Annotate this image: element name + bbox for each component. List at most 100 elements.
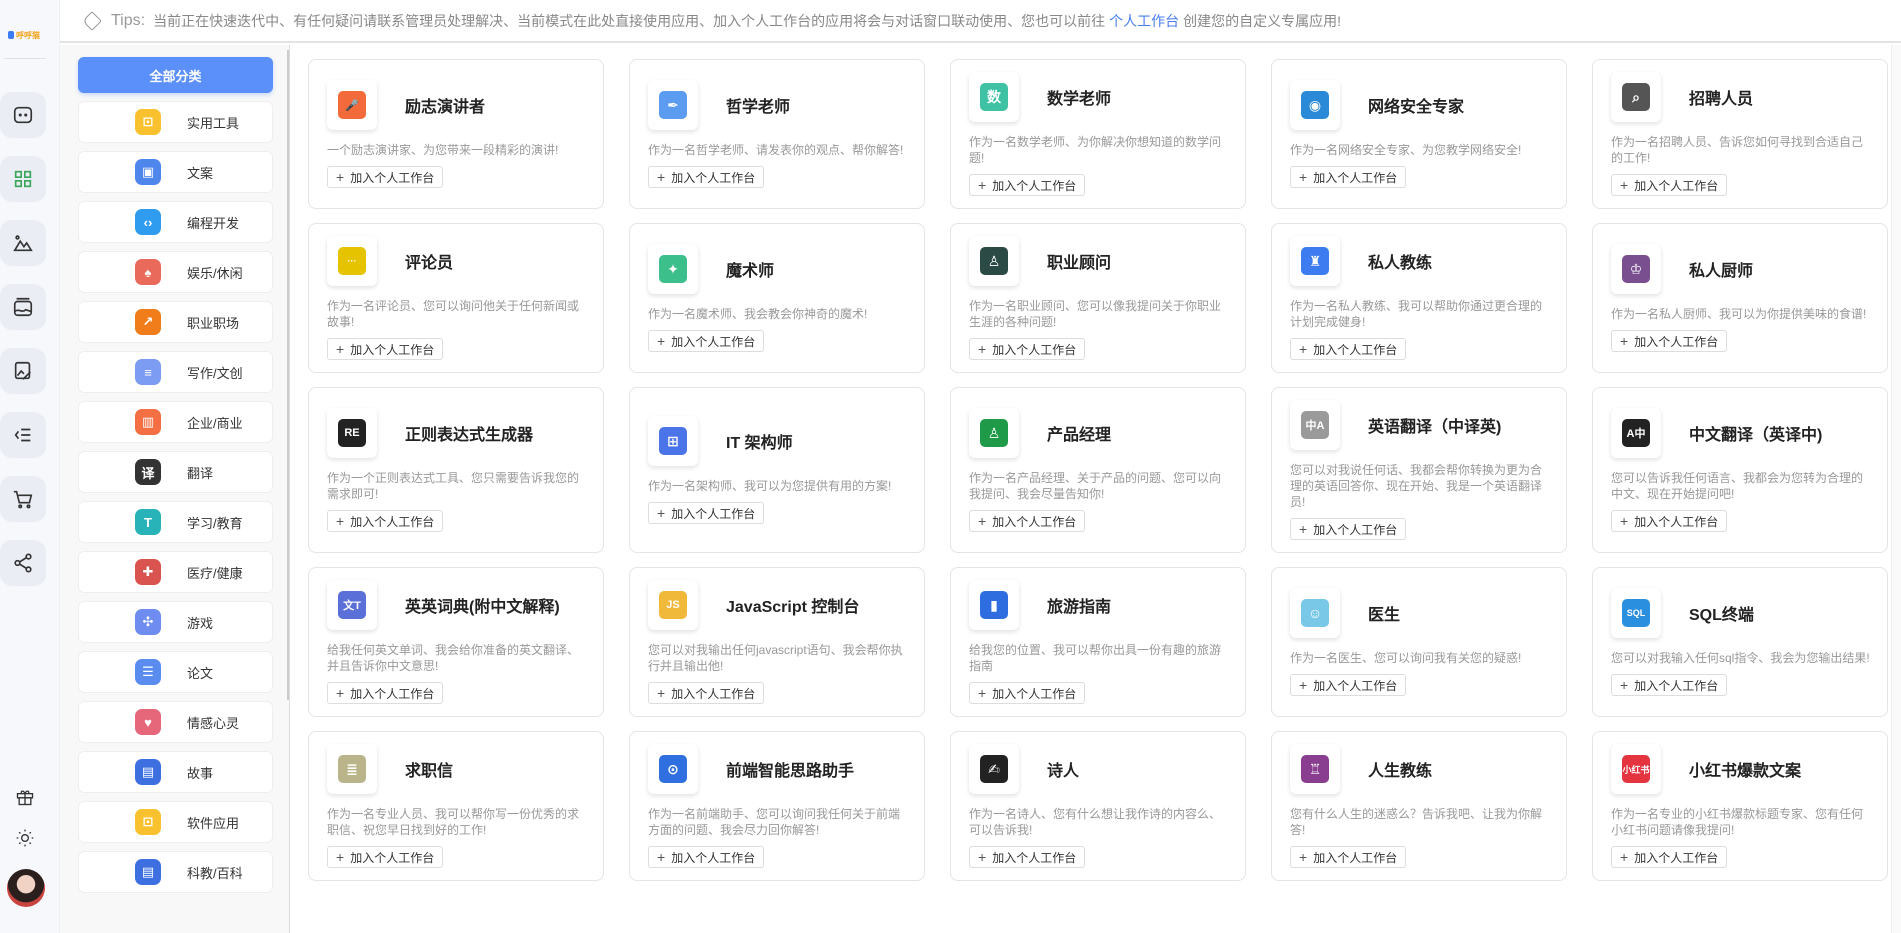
rail-button-cart[interactable]: [0, 476, 46, 522]
add-to-workspace-button[interactable]: + 加入个人工作台: [648, 502, 765, 524]
category-item[interactable]: ♠ 娱乐/休闲: [78, 251, 273, 293]
add-to-workspace-button[interactable]: + 加入个人工作台: [1290, 518, 1407, 540]
app-card[interactable]: ◉ 网络安全专家 作为一名网络安全专家、为您教学网络安全! + 加入个人工作台: [1271, 59, 1567, 209]
code-icon: ‹›: [135, 209, 161, 235]
app-card[interactable]: ☺ 医生 作为一名医生、您可以询问我有关您的疑惑! + 加入个人工作台: [1271, 567, 1567, 717]
app-card[interactable]: ⌕ 招聘人员 作为一名招聘人员、告诉您如何寻找到合适自己的工作! + 加入个人工作台: [1592, 59, 1888, 209]
category-item[interactable]: 译 翻译: [78, 451, 273, 493]
add-to-workspace-button[interactable]: + 加入个人工作台: [648, 682, 765, 704]
add-to-workspace-label: 加入个人工作台: [1634, 678, 1719, 693]
add-to-workspace-button[interactable]: + 加入个人工作台: [648, 846, 765, 868]
app-card[interactable]: ♔ 私人厨师 作为一名私人厨师、我可以为你提供美味的食谱! + 加入个人工作台: [1592, 223, 1888, 373]
app-card[interactable]: ⊙ 前端智能思路助手 作为一名前端助手、您可以询问我任何关于前端方面的问题、我会尽力…: [629, 731, 925, 881]
category-item[interactable]: ▥ 企业/商业: [78, 401, 273, 443]
sun-icon: [16, 829, 34, 847]
category-item[interactable]: ▣ 文案: [78, 151, 273, 193]
category-item[interactable]: ✚ 医疗/健康: [78, 551, 273, 593]
math-book-icon: 数: [969, 72, 1019, 122]
app-card[interactable]: ⊞ IT 架构师 作为一名架构师、我可以为您提供有用的方案! + 加入个人工作台: [629, 387, 925, 553]
add-to-workspace-button[interactable]: + 加入个人工作台: [1611, 330, 1728, 352]
add-to-workspace-button[interactable]: + 加入个人工作台: [1611, 674, 1728, 696]
add-to-workspace-label: 加入个人工作台: [992, 686, 1077, 701]
app-card[interactable]: ♙ 产品经理 作为一名产品经理、关于产品的问题、您可以向我提问、我会尽量告知你! + 加…: [950, 387, 1246, 553]
add-to-workspace-button[interactable]: + 加入个人工作台: [969, 338, 1086, 360]
add-to-workspace-button[interactable]: + 加入个人工作台: [1611, 174, 1728, 196]
main-scrollbar[interactable]: [1891, 45, 1901, 933]
category-item[interactable]: ⊡ 实用工具: [78, 101, 273, 143]
personal-workspace-link[interactable]: 个人工作台: [1109, 11, 1179, 31]
book-icon: ▤: [135, 859, 161, 885]
add-to-workspace-button[interactable]: + 加入个人工作台: [1290, 166, 1407, 188]
category-item[interactable]: ✣ 游戏: [78, 601, 273, 643]
add-to-workspace-button[interactable]: + 加入个人工作台: [648, 330, 765, 352]
rail-button-image-edit[interactable]: [0, 348, 46, 394]
add-to-workspace-button[interactable]: + 加入个人工作台: [327, 846, 444, 868]
category-item[interactable]: T 学习/教育: [78, 501, 273, 543]
add-to-workspace-button[interactable]: + 加入个人工作台: [327, 682, 444, 704]
add-to-workspace-button[interactable]: + 加入个人工作台: [1290, 846, 1407, 868]
app-card[interactable]: ✒ 哲学老师 作为一名哲学老师、请发表你的观点、帮你解答! + 加入个人工作台: [629, 59, 925, 209]
app-card-description: 作为一名魔术师、我会教会你神奇的魔术!: [648, 307, 868, 321]
add-to-workspace-button[interactable]: + 加入个人工作台: [327, 338, 444, 360]
add-to-workspace-button[interactable]: + 加入个人工作台: [648, 166, 765, 188]
add-to-workspace-label: 加入个人工作台: [1313, 522, 1398, 537]
add-to-workspace-button[interactable]: + 加入个人工作台: [969, 846, 1086, 868]
rail-button-image-mountain[interactable]: [0, 220, 46, 266]
category-item[interactable]: ▤ 故事: [78, 751, 273, 793]
app-card[interactable]: 🎤 励志演讲者 一个励志演讲家、为您带来一段精彩的演讲! + 加入个人工作台: [308, 59, 604, 209]
category-label: 游戏: [187, 615, 214, 631]
app-card[interactable]: 文T 英英词典(附中文解释) 给我任何英文单词、我会给你准备的英文翻译、并且告诉你中…: [308, 567, 604, 717]
app-card[interactable]: ▮ 旅游指南 给我您的位置、我可以帮你出具一份有趣的旅游指南 + 加入个人工作台: [950, 567, 1246, 717]
app-logo[interactable]: 呼呼猫: [8, 28, 44, 42]
rail-button-share[interactable]: [0, 540, 46, 586]
app-card[interactable]: RE 正则表达式生成器 作为一个正则表达式工具、您只需要告诉我您的需求即可! + 加入个…: [308, 387, 604, 553]
app-card[interactable]: 小红书 小红书爆款文案 作为一名专业的小红书爆款标题专家、您有任何小红书问题请像我提…: [1592, 731, 1888, 881]
rail-button-sun[interactable]: [14, 827, 36, 849]
career-advisor-icon: ♙: [969, 236, 1019, 286]
app-card[interactable]: ✍ 诗人 作为一名诗人、您有什么想让我作诗的内容么、可以告诉我! + 加入个人工作台: [950, 731, 1246, 881]
category-all-button[interactable]: 全部分类: [78, 57, 273, 93]
book-icon: ▤: [135, 759, 161, 785]
add-to-workspace-button[interactable]: + 加入个人工作台: [969, 174, 1086, 196]
image-mountain-icon: [13, 235, 33, 252]
category-item[interactable]: ⊡ 软件应用: [78, 801, 273, 843]
plus-icon: +: [978, 513, 987, 529]
category-item[interactable]: ☰ 论文: [78, 651, 273, 693]
app-card-title: 评论员: [405, 255, 454, 272]
add-to-workspace-button[interactable]: + 加入个人工作台: [327, 510, 444, 532]
category-item[interactable]: ▤ 科教/百科: [78, 851, 273, 893]
category-item[interactable]: ≡ 写作/文创: [78, 351, 273, 393]
rail-button-gallery[interactable]: [0, 284, 46, 330]
app-card[interactable]: SQL SQL终端 您可以对我输入任何sql指令、我会为您输出结果! + 加入个人工作台: [1592, 567, 1888, 717]
rail-button-gift[interactable]: [14, 786, 36, 808]
app-card[interactable]: ♙ 职业顾问 作为一名职业顾问、您可以像我提问关于你职业生涯的各种问题! + 加入个人工…: [950, 223, 1246, 373]
app-card[interactable]: ≣ 求职信 作为一名专业人员、我可以帮你写一份优秀的求职信、祝您早日找到好的工作! +…: [308, 731, 604, 881]
category-item[interactable]: ‹› 编程开发: [78, 201, 273, 243]
app-card[interactable]: A中 中文翻译（英译中) 您可以告诉我任何语言、我都会为您转为合理的中文、现在开始提…: [1592, 387, 1888, 553]
rail-button-apps-grid[interactable]: [0, 156, 46, 202]
app-card[interactable]: ♖ 人生教练 您有什么人生的迷惑么？告诉我吧、让我为你解答! + 加入个人工作台: [1271, 731, 1567, 881]
app-card[interactable]: ✦ 魔术师 作为一名魔术师、我会教会你神奇的魔术! + 加入个人工作台: [629, 223, 925, 373]
cover-letter-icon: ≣: [327, 744, 377, 794]
app-card[interactable]: ♜ 私人教练 作为一名私人教练、我可以帮助你通过更合理的计划完成健身! + 加入个人工作…: [1271, 223, 1567, 373]
app-card[interactable]: JS JavaScript 控制台 您可以对我输出任何javascript语句、我会…: [629, 567, 925, 717]
add-to-workspace-button[interactable]: + 加入个人工作台: [1611, 846, 1728, 868]
category-item[interactable]: ♥ 情感心灵: [78, 701, 273, 743]
add-to-workspace-button[interactable]: + 加入个人工作台: [327, 166, 444, 188]
rail-button-chat[interactable]: [0, 92, 46, 138]
category-scrollbar[interactable]: [287, 50, 289, 700]
app-card[interactable]: 数 数学老师 作为一名数学老师、为你解决你想知道的数学问题! + 加入个人工作台: [950, 59, 1246, 209]
plus-icon: +: [978, 685, 987, 701]
globe-shield-icon: ◉: [1290, 80, 1340, 130]
add-to-workspace-button[interactable]: + 加入个人工作台: [969, 510, 1086, 532]
add-to-workspace-button[interactable]: + 加入个人工作台: [1611, 510, 1728, 532]
plus-icon: +: [657, 333, 666, 349]
app-card[interactable]: 中A 英语翻译（中译英) 您可以对我说任何话、我都会帮你转换为更为合理的英语回答你、…: [1271, 387, 1567, 553]
app-card[interactable]: ··· 评论员 作为一名评论员、您可以询问他关于任何新闻或故事! + 加入个人工作台: [308, 223, 604, 373]
add-to-workspace-button[interactable]: + 加入个人工作台: [969, 682, 1086, 704]
add-to-workspace-button[interactable]: + 加入个人工作台: [1290, 674, 1407, 696]
user-avatar[interactable]: [7, 869, 45, 907]
add-to-workspace-button[interactable]: + 加入个人工作台: [1290, 338, 1407, 360]
rail-button-menu-collapse[interactable]: [0, 412, 46, 458]
category-item[interactable]: ↗ 职业职场: [78, 301, 273, 343]
